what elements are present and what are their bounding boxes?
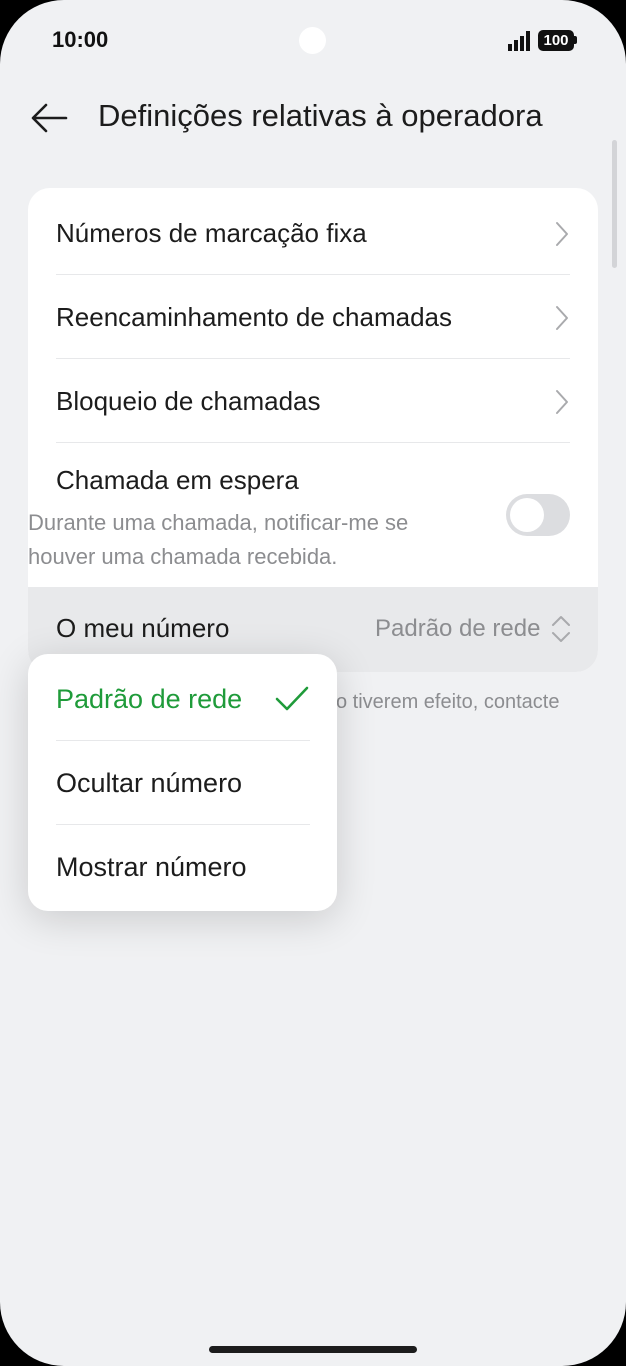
call-waiting-title: Chamada em espera: [56, 465, 299, 495]
divider: [56, 824, 310, 825]
scrollbar[interactable]: [612, 140, 617, 268]
chevron-right-icon: [556, 222, 568, 246]
divider: [56, 442, 570, 443]
up-down-chevron-icon: [552, 616, 570, 642]
battery-cap: [574, 36, 577, 44]
option-show-number[interactable]: Mostrar número: [56, 852, 247, 883]
page-title: Definições relativas à operadora: [98, 98, 543, 133]
call-forwarding-label: Reencaminhamento de chamadas: [56, 302, 453, 332]
fixed-dialing-row[interactable]: Números de marcação fixa: [28, 188, 598, 274]
option-hide-number[interactable]: Ocultar número: [56, 768, 242, 799]
app-header: Definições relativas à operadora: [0, 90, 626, 150]
fixed-dialing-label: Números de marcação fixa: [56, 218, 367, 248]
call-barring-row[interactable]: Bloqueio de chamadas: [28, 359, 598, 442]
my-number-label: O meu número: [56, 613, 230, 643]
chevron-right-icon: [556, 390, 568, 414]
status-bar: 10:00 100: [0, 0, 626, 80]
footnote-text: o tiverem efeito, contacte: [336, 691, 560, 713]
call-barring-label: Bloqueio de chamadas: [56, 386, 321, 416]
divider: [56, 740, 310, 741]
phone-screen: 10:00 100 Definições relativas à operado…: [0, 0, 626, 1366]
signal-icon: [508, 31, 530, 51]
my-number-value: Padrão de rede: [375, 615, 541, 642]
check-icon: [275, 686, 309, 711]
toggle-knob: [510, 498, 544, 532]
call-waiting-toggle[interactable]: [506, 494, 570, 536]
front-camera: [299, 27, 326, 54]
my-number-dropdown: Padrão de rede Ocultar número Mostrar nú…: [28, 654, 337, 911]
home-indicator[interactable]: [209, 1346, 417, 1353]
call-waiting-description: Durante uma chamada, notificar-me se hou…: [28, 510, 409, 569]
battery-icon: 100: [538, 30, 574, 51]
call-forwarding-row[interactable]: Reencaminhamento de chamadas: [28, 275, 598, 358]
chevron-right-icon: [556, 306, 568, 330]
option-network-default[interactable]: Padrão de rede: [56, 684, 242, 715]
back-arrow-icon[interactable]: [26, 94, 74, 142]
clock: 10:00: [52, 27, 109, 52]
